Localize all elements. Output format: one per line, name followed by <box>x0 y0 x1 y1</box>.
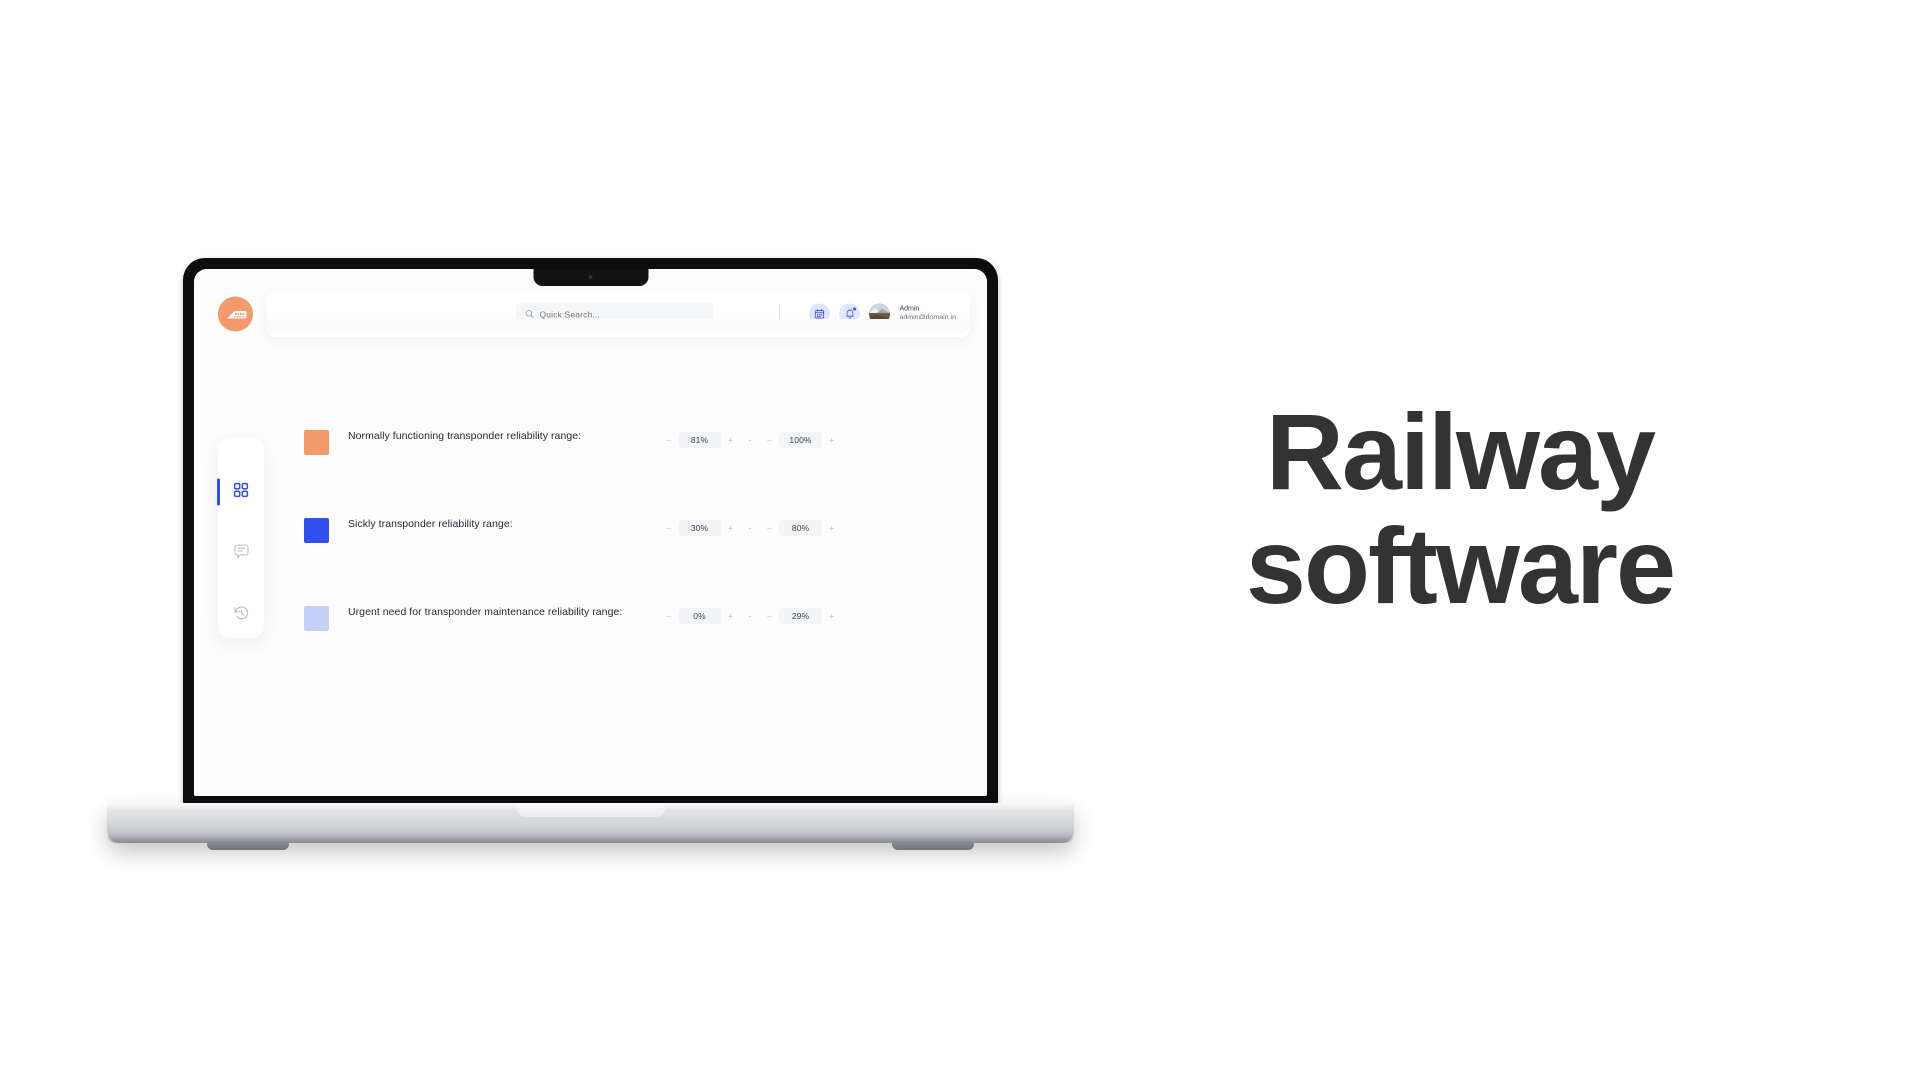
min-value[interactable]: 30% <box>678 520 721 536</box>
range-steppers: – 30% + - – 80% + <box>664 517 836 536</box>
settings-row: Sickly transponder reliability range: – … <box>304 517 947 543</box>
row-label: Urgent need for transponder maintenance … <box>348 606 623 618</box>
laptop-screen: Admin admin@domain.in <box>194 269 987 796</box>
sidebar-item-history[interactable] <box>218 594 264 638</box>
notification-dot <box>852 306 858 312</box>
min-stepper: – 81% + <box>664 432 735 448</box>
grid-icon <box>233 482 249 503</box>
max-value[interactable]: 100% <box>779 432 822 448</box>
increment-button[interactable]: + <box>726 524 735 533</box>
min-stepper: – 0% + <box>664 608 735 624</box>
decrement-button[interactable]: – <box>664 612 673 621</box>
base-notch <box>516 803 665 817</box>
row-label: Normally functioning transponder reliabi… <box>348 430 582 442</box>
increment-button[interactable]: + <box>726 612 735 621</box>
search-input[interactable] <box>539 309 705 319</box>
range-steppers: – 0% + - – 29% + <box>664 605 836 624</box>
headline-line-2: software <box>1245 505 1676 627</box>
min-value[interactable]: 0% <box>678 608 721 624</box>
max-stepper: – 80% + <box>765 520 836 536</box>
color-swatch[interactable] <box>304 606 329 631</box>
color-swatch[interactable] <box>304 430 329 455</box>
laptop-base <box>107 803 1074 850</box>
decrement-button[interactable]: – <box>765 612 774 621</box>
header-underlay <box>267 319 970 333</box>
page-canvas: Admin admin@domain.in <box>0 0 1920 1080</box>
max-stepper: – 100% + <box>765 432 836 448</box>
row-label: Sickly transponder reliability range: <box>348 518 513 530</box>
laptop-mockup: Admin admin@domain.in <box>107 258 1074 850</box>
laptop-foot-right <box>892 841 974 850</box>
increment-button[interactable]: + <box>827 436 836 445</box>
decrement-button[interactable]: – <box>765 436 774 445</box>
decrement-button[interactable]: – <box>765 524 774 533</box>
app-window: Admin admin@domain.in <box>194 269 987 796</box>
increment-button[interactable]: + <box>827 524 836 533</box>
train-logo-icon[interactable] <box>218 296 253 332</box>
decrement-button[interactable]: – <box>664 436 673 445</box>
history-clock-icon <box>233 605 250 627</box>
settings-row: Urgent need for transponder maintenance … <box>304 605 947 631</box>
max-stepper: – 29% + <box>765 608 836 624</box>
settings-row: Normally functioning transponder reliabi… <box>304 429 947 455</box>
range-separator: - <box>748 523 752 533</box>
chat-bubble-icon <box>233 543 250 565</box>
settings-list: Normally functioning transponder reliabi… <box>304 429 947 693</box>
headline-line-1: Railway <box>1265 391 1656 512</box>
range-separator: - <box>748 611 752 621</box>
max-value[interactable]: 29% <box>779 608 822 624</box>
min-value[interactable]: 81% <box>678 432 721 448</box>
page-title: Railway software <box>1160 391 1760 627</box>
max-value[interactable]: 80% <box>779 520 822 536</box>
active-indicator <box>217 478 220 506</box>
laptop-lid: Admin admin@domain.in <box>183 258 998 806</box>
user-name: Admin <box>899 305 920 313</box>
sidebar-item-messages[interactable] <box>218 532 264 576</box>
sidebar-item-dashboard[interactable] <box>217 470 264 514</box>
increment-button[interactable]: + <box>726 436 735 445</box>
decrement-button[interactable]: – <box>664 524 673 533</box>
sidebar <box>217 438 264 638</box>
webcam-notch <box>533 269 648 286</box>
color-swatch[interactable] <box>304 518 329 543</box>
increment-button[interactable]: + <box>827 612 836 621</box>
min-stepper: – 30% + <box>664 520 735 536</box>
laptop-foot-left <box>207 841 289 850</box>
range-steppers: – 81% + - – 100% + <box>664 429 836 448</box>
range-separator: - <box>748 435 752 445</box>
